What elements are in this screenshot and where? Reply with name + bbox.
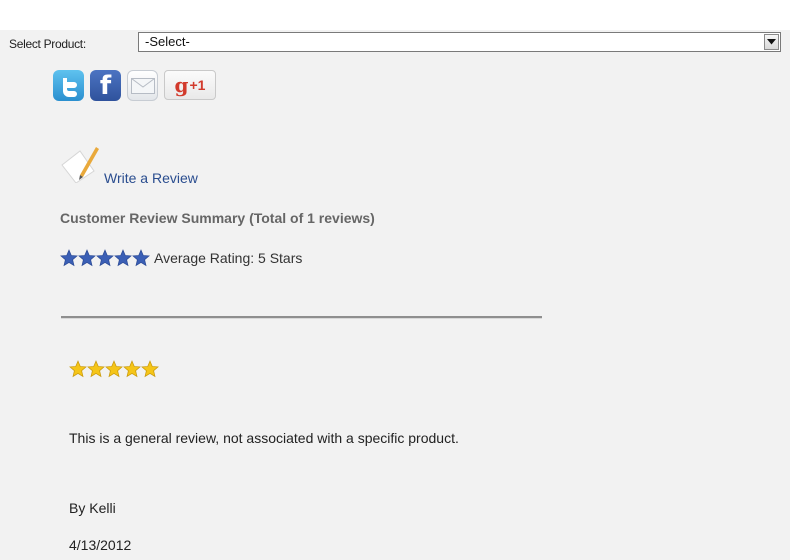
- star-icon: [87, 360, 105, 378]
- email-icon[interactable]: [127, 70, 158, 101]
- write-review-link[interactable]: Write a Review: [104, 170, 198, 186]
- product-select[interactable]: -Select-: [138, 32, 781, 52]
- divider: [61, 316, 542, 319]
- review-author: By Kelli: [69, 500, 116, 516]
- social-share-bar: f g +1: [53, 70, 216, 101]
- select-dropdown-button[interactable]: [764, 34, 779, 50]
- star-icon: [78, 249, 96, 267]
- plus-one-label: +1: [189, 77, 206, 93]
- google-g-glyph: g: [174, 73, 189, 97]
- envelope-glyph: [130, 77, 155, 94]
- pencil-paper-icon[interactable]: [60, 143, 100, 183]
- chevron-down-icon: [767, 39, 776, 45]
- average-rating-row: Average Rating: 5 Stars: [60, 249, 302, 267]
- review-date: 4/13/2012: [69, 537, 132, 553]
- star-icon: [96, 249, 114, 267]
- review-text: This is a general review, not associated…: [69, 430, 459, 446]
- review-rating-stars: [69, 360, 159, 378]
- review-summary-title: Customer Review Summary (Total of 1 revi…: [60, 210, 375, 226]
- facebook-icon[interactable]: f: [90, 70, 121, 101]
- product-select-row: Select Product:: [9, 33, 86, 55]
- star-icon: [123, 360, 141, 378]
- star-icon: [132, 249, 150, 267]
- select-product-label: Select Product:: [9, 37, 86, 51]
- star-icon: [105, 360, 123, 378]
- star-icon: [114, 249, 132, 267]
- star-icon: [69, 360, 87, 378]
- average-rating-stars: [60, 249, 150, 267]
- product-select-value: -Select-: [145, 34, 190, 49]
- google-plus-one-icon[interactable]: g +1: [164, 70, 216, 100]
- twitter-glyph: [62, 77, 77, 97]
- average-rating-text: Average Rating: 5 Stars: [154, 250, 303, 266]
- facebook-glyph: f: [99, 70, 112, 101]
- review-panel: [0, 30, 790, 560]
- star-icon: [60, 249, 78, 267]
- star-icon: [141, 360, 159, 378]
- twitter-icon[interactable]: [53, 70, 84, 101]
